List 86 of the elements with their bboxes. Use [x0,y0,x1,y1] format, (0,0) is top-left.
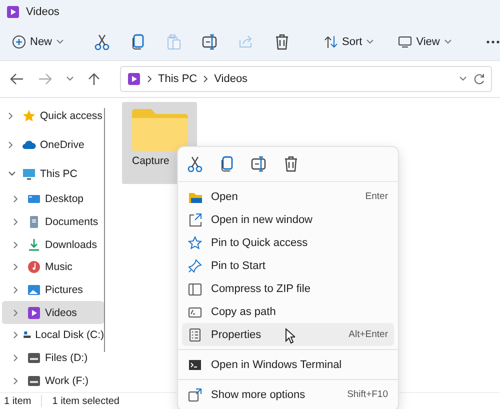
collapse-chevron-icon[interactable] [13,354,18,362]
share-icon [238,34,254,50]
collapse-chevron-icon[interactable] [13,331,18,340]
breadcrumb[interactable]: Videos [214,73,248,85]
delete-icon [274,34,290,50]
rename-icon [202,34,218,50]
sidebar-item[interactable]: Local Disk (C:) [2,324,104,347]
collapse-chevron-icon[interactable] [13,263,18,272]
sidebar-item[interactable]: Desktop [2,188,104,211]
picture-icon [27,282,41,297]
cut-icon [94,34,110,50]
menu-item[interactable]: Pin to Start [182,254,394,277]
sidebar-item[interactable]: This PC [2,159,104,188]
delete-icon[interactable] [283,156,299,172]
caret-icon[interactable] [66,76,74,82]
cut-icon[interactable] [187,156,203,172]
menu-item[interactable]: Copy as path [182,300,394,323]
menu-item[interactable]: Show more options Shift+F10 [182,383,394,406]
status-text: 1 item [4,396,32,406]
sidebar-item[interactable]: Quick access [2,102,104,131]
sidebar-item[interactable]: Documents [2,210,104,234]
collapse-chevron-icon[interactable] [13,195,18,204]
sidebar-item[interactable]: Files (D:) [2,346,104,370]
monitor-icon [398,35,412,49]
video-folder-icon [27,306,41,320]
sidebar-item[interactable]: Downloads [2,233,104,256]
monitor-icon [22,166,36,181]
collapse-chevron-icon[interactable] [13,240,18,249]
properties-icon [188,328,202,342]
external-link-icon [188,212,202,226]
drive-icon [27,374,41,388]
menu-item[interactable]: Properties Alt+Enter [182,323,394,346]
back-arrow-icon[interactable] [10,72,24,86]
menu-item[interactable]: Open Enter [182,185,394,208]
mouse-pointer-icon [285,328,295,344]
menu-item[interactable]: Compress to ZIP file [182,277,394,300]
copy-icon[interactable] [219,156,235,172]
caret-icon [444,39,452,45]
collapse-chevron-icon[interactable] [13,286,18,294]
folder-icon [130,106,188,152]
copy-icon [130,34,146,50]
menu-item[interactable]: Pin to Quick access [182,231,394,254]
paste-icon [166,34,182,50]
rename-icon[interactable] [251,156,267,172]
star-icon [188,236,202,250]
collapse-chevron-icon[interactable] [13,308,18,317]
collapse-chevron-icon[interactable] [8,112,13,120]
more-icon [486,40,500,44]
music-icon [27,260,41,274]
forward-arrow-icon[interactable] [38,72,52,86]
sidebar-item[interactable]: Music [2,256,104,279]
chevron-icon [203,75,208,83]
caret-icon [366,39,374,45]
caret-icon [56,39,64,45]
expand-chevron-icon[interactable] [8,171,16,176]
pin-icon [188,258,202,272]
sidebar-item[interactable]: Pictures [2,278,104,302]
refresh-icon [473,73,485,85]
address-bar[interactable]: This PC Videos [120,66,492,92]
sort-button[interactable]: Sort [314,29,384,55]
window-title: Videos [26,6,60,18]
collapse-chevron-icon[interactable] [8,140,13,149]
star-icon [22,109,36,124]
sidebar-item[interactable]: OneDrive [2,130,104,160]
breadcrumb[interactable]: This PC [158,73,198,85]
menu-item[interactable]: Open in Windows Terminal [182,353,394,376]
sidebar-item[interactable]: Videos [2,301,104,324]
collapse-chevron-icon[interactable] [13,218,18,226]
status-text: 1 item selected [52,396,120,406]
terminal-icon [188,358,202,372]
up-arrow-icon[interactable] [88,72,102,86]
new-button[interactable]: New [6,29,70,55]
sidebar-item[interactable]: Work (F:) [2,369,104,392]
document-icon [27,214,41,229]
download-icon [27,238,41,252]
plus-circle-icon [12,35,26,49]
view-button[interactable]: View [388,29,462,55]
video-folder-icon [127,72,141,86]
drive-icon [27,350,41,365]
sort-arrows-icon [324,35,338,49]
caret-icon [459,76,467,82]
collapse-chevron-icon[interactable] [13,376,18,385]
expand-icon [188,388,202,402]
video-folder-icon [6,5,20,19]
chevron-icon [147,75,152,83]
menu-item[interactable]: Open in new window [182,208,394,231]
